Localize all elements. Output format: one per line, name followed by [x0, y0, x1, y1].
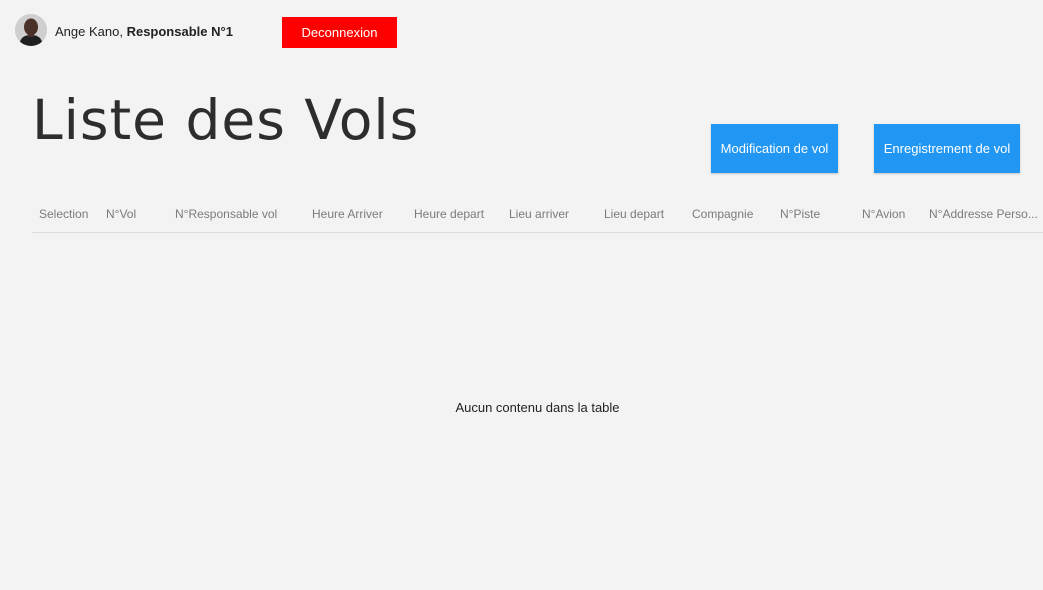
column-header-arrival-place[interactable]: Lieu arriver: [509, 207, 569, 221]
column-header-staff-address[interactable]: N°Addresse Perso...: [929, 207, 1038, 221]
avatar: [15, 14, 47, 46]
page-title: Liste des Vols: [32, 88, 420, 152]
column-header-departure-time[interactable]: Heure depart: [414, 207, 484, 221]
user-info: Ange Kano, Responsable N°1: [55, 24, 233, 39]
user-photo-icon: [15, 14, 47, 46]
column-header-selection[interactable]: Selection: [39, 207, 88, 221]
column-header-runway-number[interactable]: N°Piste: [780, 207, 820, 221]
table-header: Selection N°Vol N°Responsable vol Heure …: [32, 200, 1043, 233]
modify-flight-button[interactable]: Modification de vol: [711, 124, 838, 173]
app-window: Ange Kano, Responsable N°1 Deconnexion L…: [0, 0, 1043, 590]
user-name: Ange Kano,: [55, 24, 123, 39]
table-empty-message: Aucun contenu dans la table: [455, 400, 620, 415]
user-role: Responsable N°1: [126, 24, 233, 39]
register-flight-button[interactable]: Enregistrement de vol: [874, 124, 1020, 173]
column-header-flight-manager[interactable]: N°Responsable vol: [175, 207, 277, 221]
column-header-flight-number[interactable]: N°Vol: [106, 207, 136, 221]
column-header-company[interactable]: Compagnie: [692, 207, 753, 221]
logout-button[interactable]: Deconnexion: [282, 17, 397, 48]
column-header-departure-place[interactable]: Lieu depart: [604, 207, 664, 221]
column-header-plane-number[interactable]: N°Avion: [862, 207, 905, 221]
column-header-arrival-time[interactable]: Heure Arriver: [312, 207, 383, 221]
